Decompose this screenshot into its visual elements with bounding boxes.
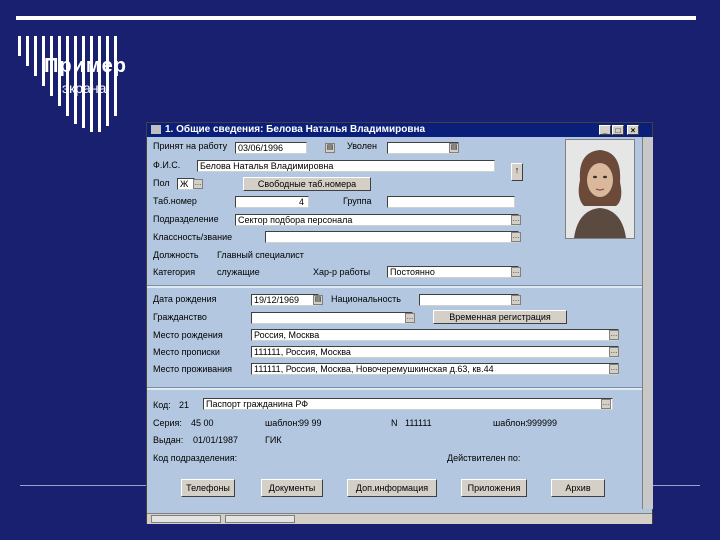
work-type-label: Хар-р работы <box>313 267 371 277</box>
birthplace-label: Место рождения <box>153 330 223 340</box>
extra-info-button[interactable]: Доп.информация <box>347 479 437 497</box>
window-title: 1. Общие сведения: Белова Наталья Владим… <box>165 124 426 135</box>
minimize-button[interactable]: _ <box>599 125 611 135</box>
attachments-button[interactable]: Приложения <box>461 479 527 497</box>
residence-field[interactable]: 111111, Россия, Москва, Новочеремушкинск… <box>251 363 619 375</box>
window-tab-2[interactable] <box>225 515 295 523</box>
doc-code-label: Код: <box>153 400 171 410</box>
doc-valid-label: Действителен по: <box>447 453 521 463</box>
doc-series-template-label: шаблон: <box>265 418 300 428</box>
birthplace-dropdown-button[interactable]: … <box>609 330 619 340</box>
doc-subdivision-label: Код подразделения: <box>153 453 238 463</box>
window-titlebar[interactable]: 1. Общие сведения: Белова Наталья Владим… <box>147 123 652 137</box>
employee-photo <box>565 139 635 239</box>
close-button[interactable]: × <box>627 125 639 135</box>
hire-date-label: Принят на работу <box>153 141 228 151</box>
group-label: Группа <box>343 196 372 206</box>
birth-date-label: Дата рождения <box>153 294 217 304</box>
nationality-label: Национальность <box>331 294 401 304</box>
section-divider-document <box>147 387 642 390</box>
position-value: Главный специалист <box>217 250 304 260</box>
gender-dropdown-button[interactable]: … <box>193 179 203 189</box>
doc-type-dropdown-button[interactable]: … <box>601 399 611 409</box>
window-app-icon <box>151 125 161 134</box>
group-field[interactable] <box>387 196 515 208</box>
hire-date-field[interactable]: 03/06/1996 <box>235 142 307 154</box>
class-dropdown-button[interactable]: … <box>511 232 521 242</box>
archive-button[interactable]: Архив <box>551 479 605 497</box>
tab-number-label: Таб.номер <box>153 196 197 206</box>
fio-label: Ф.И.С. <box>153 160 181 170</box>
class-field[interactable] <box>265 231 519 243</box>
doc-issuer: ГИК <box>265 435 282 445</box>
maximize-button[interactable]: □ <box>612 125 624 135</box>
work-type-field[interactable]: Постоянно <box>387 266 519 278</box>
birth-date-field[interactable]: 19/12/1969 <box>251 294 319 306</box>
phones-button[interactable]: Телефоны <box>181 479 235 497</box>
doc-series-value: 45 00 <box>191 418 214 428</box>
doc-number-value: 111111 <box>405 418 432 428</box>
window-tab-1[interactable] <box>151 515 221 523</box>
documents-button[interactable]: Документы <box>261 479 323 497</box>
registration-label: Место прописки <box>153 347 220 357</box>
fio-edit-button[interactable]: ↑ <box>511 163 523 181</box>
registration-field[interactable]: 111111, Россия, Москва <box>251 346 619 358</box>
gender-label: Пол <box>153 178 170 188</box>
hire-date-picker-button[interactable]: ▤ <box>325 143 335 153</box>
window-scrollbar[interactable] <box>642 137 653 509</box>
citizenship-label: Гражданство <box>153 312 207 322</box>
work-type-dropdown-button[interactable]: … <box>511 267 521 277</box>
doc-issued-date: 01/01/1987 <box>193 435 239 445</box>
tab-number-field[interactable]: 4 <box>235 196 309 208</box>
department-field[interactable]: Сектор подбора персонала <box>235 214 519 226</box>
class-label: Классность/звание <box>153 232 233 242</box>
doc-number-template-value: 999999 <box>527 418 558 428</box>
doc-code-value: 21 <box>179 400 190 410</box>
doc-series-label: Серия: <box>153 418 182 428</box>
citizenship-dropdown-button[interactable]: … <box>405 313 415 323</box>
doc-type-field[interactable]: Паспорт гражданина РФ <box>203 398 613 410</box>
nationality-dropdown-button[interactable]: … <box>511 295 521 305</box>
category-value: служащие <box>217 267 260 277</box>
birthplace-field[interactable]: Россия, Москва <box>251 329 619 341</box>
residence-label: Место проживания <box>153 364 233 374</box>
position-label: Должность <box>153 250 199 260</box>
doc-issued-label: Выдан: <box>153 435 184 445</box>
temp-registration-button[interactable]: Временная регистрация <box>433 310 567 324</box>
fired-date-label: Уволен <box>347 141 377 151</box>
department-dropdown-button[interactable]: … <box>511 215 521 225</box>
free-tab-numbers-button[interactable]: Свободные таб.номера <box>243 177 371 191</box>
slide-subtitle: экрана <box>62 80 107 96</box>
doc-series-template-value: 99 99 <box>299 418 322 428</box>
fio-field[interactable]: Белова Наталья Владимировна <box>197 160 495 172</box>
doc-number-label: N <box>391 418 398 428</box>
department-label: Подразделение <box>153 214 219 224</box>
category-label: Категория <box>153 267 196 277</box>
fired-date-picker-button[interactable]: ▤ <box>449 143 459 153</box>
slide-title: Пример <box>44 55 128 77</box>
slide-top-rule <box>16 16 696 20</box>
registration-dropdown-button[interactable]: … <box>609 347 619 357</box>
employee-window: 1. Общие сведения: Белова Наталья Владим… <box>146 122 653 524</box>
nationality-field[interactable] <box>419 294 519 306</box>
birth-date-picker-button[interactable]: ▤ <box>313 295 323 305</box>
window-tabstrip <box>147 513 652 524</box>
section-divider-personal <box>147 285 642 288</box>
doc-number-template-label: шаблон: <box>493 418 528 428</box>
residence-dropdown-button[interactable]: … <box>609 364 619 374</box>
citizenship-field[interactable] <box>251 312 413 324</box>
